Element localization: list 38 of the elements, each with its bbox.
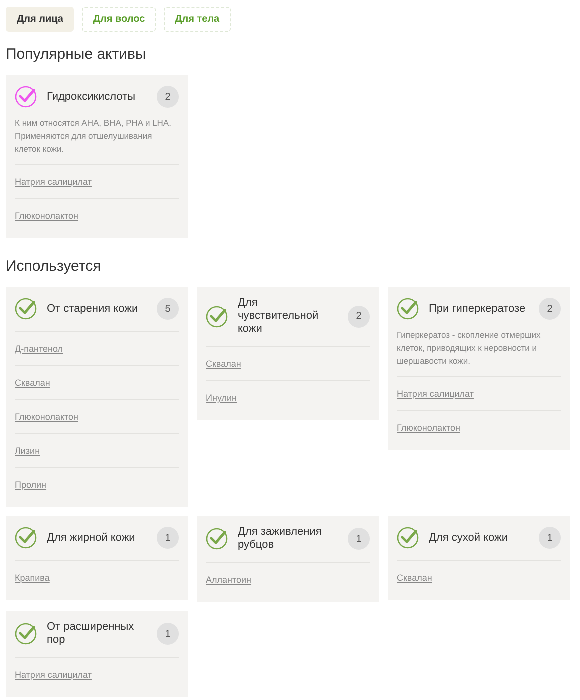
ingredient-link[interactable]: Лизин <box>15 446 40 456</box>
ingredient-link[interactable]: Натрия салицилат <box>15 670 92 680</box>
ingredient-link[interactable]: Глюконолактон <box>15 412 78 422</box>
card-title: При гиперкератозе <box>429 302 527 316</box>
count-badge: 2 <box>157 86 179 108</box>
count-badge: 5 <box>157 298 179 320</box>
count-badge: 1 <box>539 527 561 549</box>
count-badge: 1 <box>348 528 370 550</box>
card-description: К ним относятся AHA, BHA, PHA и LHA. Применяются для отшелушивания клеток кожи. <box>15 109 179 165</box>
ingredient-link[interactable]: Пролин <box>15 480 47 490</box>
ingredient-link[interactable]: Д-пантенол <box>15 344 63 354</box>
card-title: Для жирной кожи <box>47 532 136 544</box>
count-badge: 1 <box>157 527 179 549</box>
card-title: Гидроксикислоты <box>47 90 137 104</box>
ingredient-link[interactable]: Сквалан <box>397 573 432 583</box>
tab[interactable]: Для тела <box>164 7 231 32</box>
ingredient-link[interactable]: Аллантоин <box>206 575 252 585</box>
tab[interactable]: Для волос <box>82 7 156 32</box>
ingredient-link[interactable]: Крапива <box>15 573 50 583</box>
card-title: От расширенных пор <box>47 621 136 647</box>
card-title: Для чувствительной кожи <box>238 297 320 336</box>
card-title: Для заживления рубцов <box>238 526 323 552</box>
ingredient-link[interactable]: Глюконолактон <box>15 211 78 221</box>
card-title: От старения кожи <box>47 302 140 316</box>
section-heading: Популярные активы <box>6 46 148 63</box>
card-title: Для сухой кожи <box>429 532 510 544</box>
tab[interactable]: Для лица <box>6 7 74 32</box>
section-heading: Используется <box>6 258 102 275</box>
count-badge: 2 <box>348 306 370 328</box>
ingredient-link[interactable]: Натрия салицилат <box>15 177 92 187</box>
ingredient-link[interactable]: Инулин <box>206 393 237 403</box>
card-description: Гиперкератоз - скопление отмерших клеток, приводящих к неровности и шершавости кожи. <box>397 321 561 377</box>
ingredient-link[interactable]: Сквалан <box>206 359 242 369</box>
ingredient-link[interactable]: Глюконолактон <box>397 423 460 433</box>
count-badge: 1 <box>157 623 179 645</box>
count-badge: 2 <box>539 298 561 320</box>
ingredient-link[interactable]: Натрия салицилат <box>397 389 474 399</box>
ingredient-link[interactable]: Сквалан <box>15 378 50 388</box>
